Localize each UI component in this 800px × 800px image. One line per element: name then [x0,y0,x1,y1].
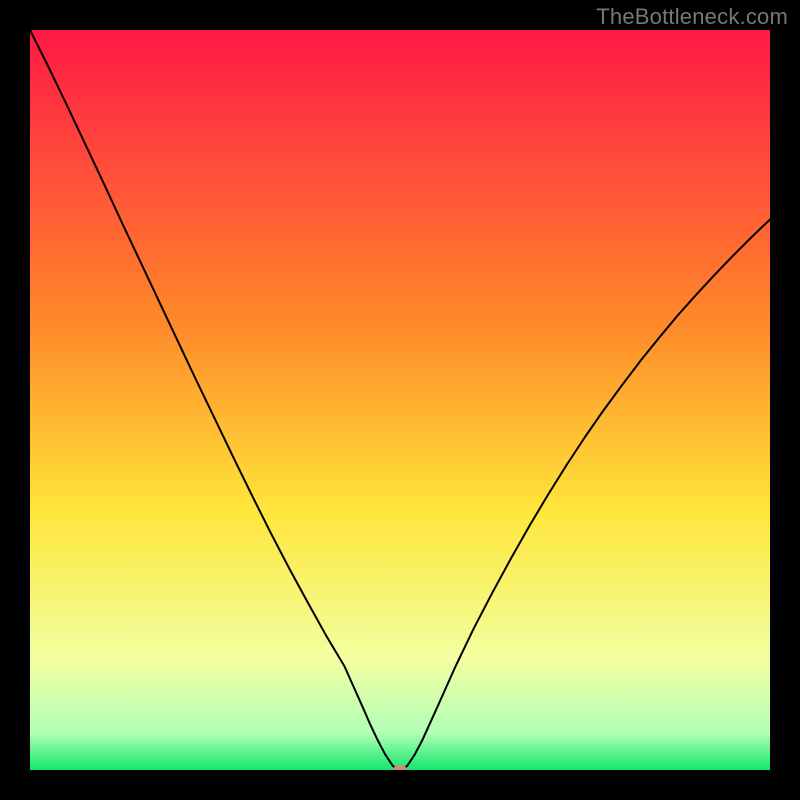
chart-plot [30,30,770,770]
chart-frame: TheBottleneck.com [0,0,800,800]
chart-background [30,30,770,770]
chart-svg [30,30,770,770]
watermark-label: TheBottleneck.com [596,4,788,30]
